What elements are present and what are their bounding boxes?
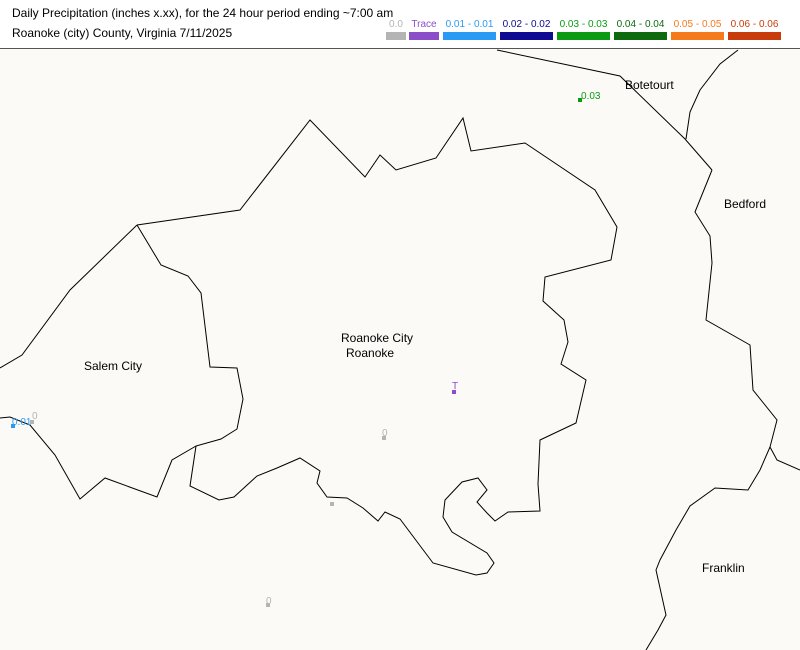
station-west-001[interactable]: 0.01 — [11, 417, 32, 428]
station-value: 0 — [32, 411, 38, 422]
legend-item-zero: 0.0 — [386, 20, 406, 40]
legend-label: Trace — [411, 19, 437, 30]
legend-label: 0.01 - 0.01 — [445, 19, 494, 30]
botetourt-bedford-boundary — [685, 49, 739, 140]
legend-label: 0.02 - 0.02 — [502, 19, 551, 30]
bedford-boundary — [694, 169, 800, 471]
stations: 0.03 T 0 0 0 0.01 — [11, 91, 601, 607]
map-title: Daily Precipitation (inches x.xx), for t… — [12, 6, 394, 20]
station-value: 0 — [382, 428, 388, 439]
label-bedford: Bedford — [724, 197, 766, 211]
botetourt-boundary — [496, 49, 713, 171]
legend-item-002: 0.02 - 0.02 — [500, 20, 553, 40]
map-header: Daily Precipitation (inches x.xx), for t… — [0, 0, 800, 49]
legend-swatch — [728, 32, 781, 40]
legend-swatch — [557, 32, 610, 40]
label-salem-city: Salem City — [84, 359, 142, 373]
map-subtitle: Roanoke (city) County, Virginia 7/11/202… — [12, 26, 233, 40]
station-roanoke-zero[interactable]: 0 — [382, 428, 388, 440]
legend-item-005: 0.05 - 0.05 — [671, 20, 724, 40]
legend-label: 0.05 - 0.05 — [673, 19, 722, 30]
map-canvas: Botetourt Bedford Salem City Roanoke Cit… — [0, 49, 800, 650]
legend-item-004: 0.04 - 0.04 — [614, 20, 667, 40]
legend-swatch — [614, 32, 667, 40]
county-boundaries — [0, 49, 800, 650]
station-value: 0.03 — [581, 91, 601, 102]
legend-label: 0.03 - 0.03 — [559, 19, 608, 30]
station-roanoke-trace[interactable]: T — [452, 381, 458, 394]
legend-item-006: 0.06 - 0.06 — [728, 20, 781, 40]
legend-swatch — [500, 32, 553, 40]
legend-label: 0.04 - 0.04 — [616, 19, 665, 30]
station-value: 0.01 — [12, 417, 32, 428]
station-botetourt[interactable]: 0.03 — [578, 91, 601, 102]
label-botetourt: Botetourt — [625, 78, 674, 92]
label-franklin: Franklin — [702, 561, 745, 575]
legend-swatch — [443, 32, 496, 40]
legend-item-trace: Trace — [409, 20, 439, 40]
station-value: T — [452, 381, 458, 392]
precip-legend: 0.0 Trace 0.01 - 0.01 0.02 - 0.02 0.03 -… — [386, 20, 786, 42]
station-value: 0 — [266, 596, 272, 607]
station-marker — [330, 502, 334, 506]
station-south-zero[interactable]: 0 — [266, 596, 272, 607]
legend-swatch — [671, 32, 724, 40]
legend-label: 0.06 - 0.06 — [730, 19, 779, 30]
place-labels: Botetourt Bedford Salem City Roanoke Cit… — [84, 78, 766, 575]
label-roanoke-city: Roanoke City — [341, 331, 413, 345]
legend-swatch — [386, 32, 406, 40]
legend-item-001: 0.01 - 0.01 — [443, 20, 496, 40]
legend-label: 0.0 — [389, 19, 403, 30]
salem-south-boundary — [0, 416, 197, 500]
franklin-boundary — [645, 446, 771, 650]
station-roanoke-south[interactable] — [330, 502, 334, 506]
salem-city-boundary — [0, 224, 138, 369]
precip-map[interactable]: Botetourt Bedford Salem City Roanoke Cit… — [0, 49, 800, 650]
legend-swatch — [409, 32, 439, 40]
label-roanoke: Roanoke — [346, 346, 394, 360]
legend-item-003: 0.03 - 0.03 — [557, 20, 610, 40]
